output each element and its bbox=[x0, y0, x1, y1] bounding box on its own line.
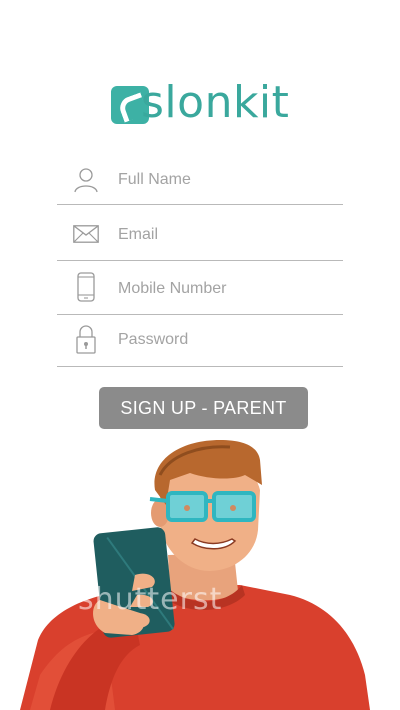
password-placeholder: Password bbox=[118, 331, 189, 348]
signup-parent-button[interactable]: SIGN UP - PARENT bbox=[99, 387, 308, 429]
password-field[interactable]: Password bbox=[57, 315, 343, 367]
man-with-phone-illustration bbox=[20, 440, 370, 710]
full-name-field[interactable]: Full Name bbox=[57, 155, 343, 205]
mobile-number-field[interactable]: Mobile Number bbox=[57, 261, 343, 315]
brand-logo: slonkit bbox=[111, 77, 291, 128]
email-placeholder: Email bbox=[118, 226, 159, 243]
lock-icon bbox=[73, 324, 99, 354]
email-field[interactable]: Email bbox=[57, 205, 343, 261]
envelope-icon bbox=[73, 221, 99, 247]
person-icon bbox=[73, 167, 99, 193]
signup-form: Full Name Email Mobile Number Password bbox=[57, 155, 343, 367]
mobile-number-placeholder: Mobile Number bbox=[118, 280, 227, 297]
full-name-placeholder: Full Name bbox=[118, 171, 191, 188]
watermark: shutterst bbox=[78, 582, 223, 617]
brand-name: slonkit bbox=[141, 77, 290, 128]
phone-icon bbox=[73, 272, 99, 302]
